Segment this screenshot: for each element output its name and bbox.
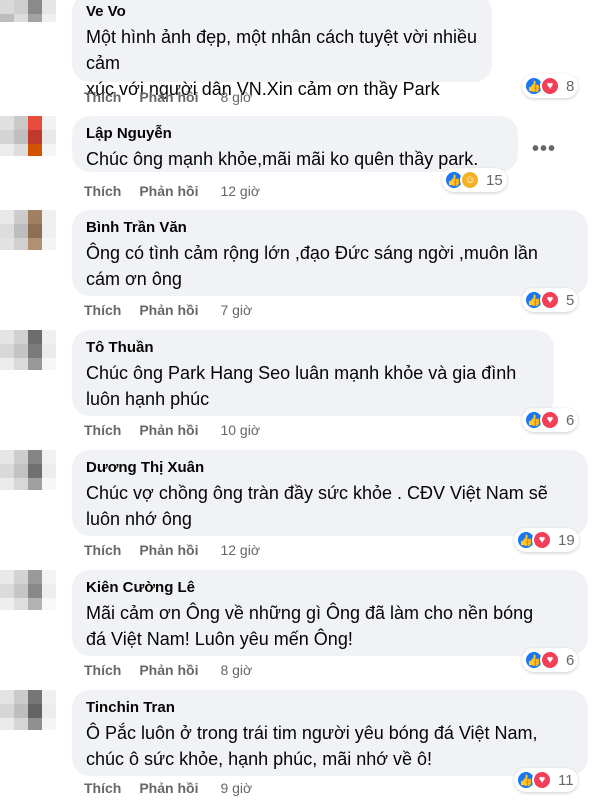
comment-text-line: cám ơn ông bbox=[86, 269, 182, 289]
comment-timestamp[interactable]: 12 giờ bbox=[220, 183, 260, 199]
like-button[interactable]: Thích bbox=[84, 422, 121, 438]
reply-button[interactable]: Phản hồi bbox=[139, 422, 198, 438]
reaction-count: 19 bbox=[558, 531, 575, 549]
comment-text-line: Chúc ông mạnh khỏe,mãi mãi ko quên thầy … bbox=[86, 149, 479, 169]
like-button[interactable]: Thích bbox=[84, 183, 121, 199]
love-reaction-icon: ♥ bbox=[540, 290, 560, 310]
comment-actions: Thích Phản hồi 9 giờ bbox=[84, 780, 252, 796]
commenter-name[interactable]: Lập Nguyễn bbox=[86, 124, 504, 144]
commenter-name[interactable]: Ve Vo bbox=[86, 2, 478, 22]
love-reaction-icon: ♥ bbox=[540, 410, 560, 430]
love-reaction-icon: ♥ bbox=[540, 76, 560, 96]
comment-timestamp[interactable]: 7 giờ bbox=[220, 302, 252, 318]
comment-timestamp[interactable]: 8 giờ bbox=[220, 662, 252, 678]
comment-text-line: Một hình ảnh đẹp, một nhân cách tuyệt vờ… bbox=[86, 27, 478, 73]
reaction-count: 15 bbox=[486, 171, 503, 189]
love-reaction-icon: ♥ bbox=[532, 770, 552, 790]
more-options-icon[interactable]: ••• bbox=[532, 138, 556, 161]
reply-button[interactable]: Phản hồi bbox=[139, 183, 198, 199]
reaction-count: 11 bbox=[558, 771, 574, 789]
comment-bubble: Kiên Cường Lê Mãi cảm ơn Ông về những gì… bbox=[72, 570, 588, 656]
love-reaction-icon: ♥ bbox=[540, 650, 560, 670]
care-reaction-icon: ☺ bbox=[460, 170, 480, 190]
avatar[interactable] bbox=[0, 450, 56, 490]
comment-bubble: Lập Nguyễn Chúc ông mạnh khỏe,mãi mãi ko… bbox=[72, 116, 518, 172]
comment-timestamp[interactable]: 8 giờ bbox=[220, 89, 252, 105]
commenter-name[interactable]: Kiên Cường Lê bbox=[86, 578, 574, 598]
reaction-count: 8 bbox=[566, 77, 575, 95]
comment-bubble: Tô Thuần Chúc ông Park Hang Seo luân mạn… bbox=[72, 330, 554, 416]
comment-actions: Thích Phản hồi 7 giờ bbox=[84, 302, 252, 318]
comment-text-line: Ô Pắc luôn ở trong trái tim người yêu bó… bbox=[86, 723, 538, 743]
comment-text-line: Chúc vợ chồng ông tràn đầy sức khỏe . CĐ… bbox=[86, 483, 548, 503]
avatar[interactable] bbox=[0, 210, 56, 250]
comment-text-line: Mãi cảm ơn Ông về những gì Ông đã làm ch… bbox=[86, 603, 534, 623]
reaction-summary[interactable]: 👍 ♥ 8 bbox=[522, 74, 579, 98]
comment-actions: Thích Phản hồi 8 giờ bbox=[84, 662, 252, 678]
reaction-summary[interactable]: 👍 ♥ 6 bbox=[522, 648, 579, 672]
reaction-count: 6 bbox=[566, 651, 575, 669]
avatar[interactable] bbox=[0, 0, 56, 22]
commenter-name[interactable]: Bình Trần Văn bbox=[86, 218, 574, 238]
reply-button[interactable]: Phản hồi bbox=[139, 780, 198, 796]
avatar[interactable] bbox=[0, 570, 56, 610]
comment-text-line: Chúc ông Park Hang Seo luân mạnh khỏe và… bbox=[86, 363, 517, 383]
reaction-count: 6 bbox=[566, 411, 575, 429]
like-button[interactable]: Thích bbox=[84, 542, 121, 558]
reaction-summary[interactable]: 👍 ☺ 15 bbox=[442, 168, 507, 192]
love-reaction-icon: ♥ bbox=[532, 530, 552, 550]
avatar[interactable] bbox=[0, 116, 56, 156]
like-button[interactable]: Thích bbox=[84, 662, 121, 678]
reaction-summary[interactable]: 👍 ♥ 19 bbox=[514, 528, 579, 552]
reaction-summary[interactable]: 👍 ♥ 5 bbox=[522, 288, 579, 312]
comment-bubble: Tinchin Tran Ô Pắc luôn ở trong trái tim… bbox=[72, 690, 588, 776]
comment-actions: Thích Phản hồi 10 giờ bbox=[84, 422, 260, 438]
comment-text-line: Ông có tình cảm rộng lớn ,đạo Đức sáng n… bbox=[86, 243, 538, 263]
reaction-summary[interactable]: 👍 ♥ 11 bbox=[514, 768, 578, 792]
comment-bubble: Dương Thị Xuân Chúc vợ chồng ông tràn đầ… bbox=[72, 450, 588, 536]
comment-bubble: Ve Vo Một hình ảnh đẹp, một nhân cách tu… bbox=[72, 0, 492, 99]
comment-actions: Thích Phản hồi 8 giờ bbox=[84, 89, 252, 105]
comment-text-line: luôn hạnh phúc bbox=[86, 389, 210, 409]
comment-text-line: luôn nhớ ông bbox=[86, 509, 192, 529]
comment-actions: Thích Phản hồi 12 giờ bbox=[84, 183, 260, 199]
reply-button[interactable]: Phản hồi bbox=[139, 302, 198, 318]
reaction-count: 5 bbox=[566, 291, 575, 309]
avatar[interactable] bbox=[0, 690, 56, 730]
like-button[interactable]: Thích bbox=[84, 302, 121, 318]
comment-actions: Thích Phản hồi 12 giờ bbox=[84, 542, 260, 558]
comment-text-line: đá Việt Nam! Luôn yêu mến Ông! bbox=[86, 629, 353, 649]
avatar[interactable] bbox=[0, 330, 56, 370]
comment-bubble: Bình Trần Văn Ông có tình cảm rộng lớn ,… bbox=[72, 210, 588, 296]
reply-button[interactable]: Phản hồi bbox=[139, 662, 198, 678]
reply-button[interactable]: Phản hồi bbox=[139, 89, 198, 105]
commenter-name[interactable]: Dương Thị Xuân bbox=[86, 458, 574, 478]
like-button[interactable]: Thích bbox=[84, 780, 121, 796]
reaction-summary[interactable]: 👍 ♥ 6 bbox=[522, 408, 579, 432]
like-button[interactable]: Thích bbox=[84, 89, 121, 105]
comment-text-line: chúc ô sức khỏe, hạnh phúc, mãi nhớ về ô… bbox=[86, 749, 433, 769]
comment-timestamp[interactable]: 9 giờ bbox=[220, 780, 252, 796]
reply-button[interactable]: Phản hồi bbox=[139, 542, 198, 558]
commenter-name[interactable]: Tô Thuần bbox=[86, 338, 540, 358]
comment-timestamp[interactable]: 10 giờ bbox=[220, 422, 260, 438]
commenter-name[interactable]: Tinchin Tran bbox=[86, 698, 574, 718]
comment-timestamp[interactable]: 12 giờ bbox=[220, 542, 260, 558]
